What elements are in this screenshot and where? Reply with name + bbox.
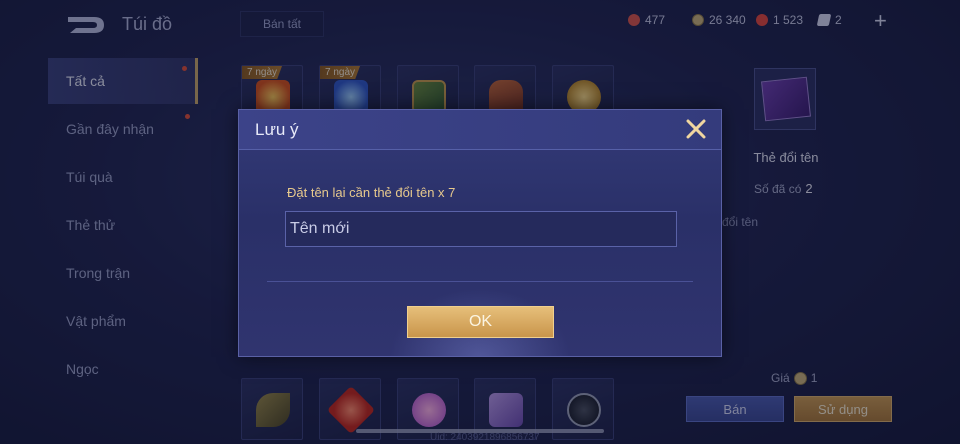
ok-button[interactable]: OK <box>407 306 554 338</box>
new-name-input[interactable] <box>285 211 677 247</box>
dialog-header: Lưu ý <box>239 110 721 150</box>
dialog-title: Lưu ý <box>255 120 299 139</box>
rename-dialog: Lưu ý Đặt tên lại cần thẻ đổi tên x 7 OK <box>238 109 722 357</box>
dialog-message: Đặt tên lại cần thẻ đổi tên x 7 <box>287 185 456 200</box>
close-icon[interactable] <box>685 118 707 140</box>
divider <box>267 281 693 282</box>
